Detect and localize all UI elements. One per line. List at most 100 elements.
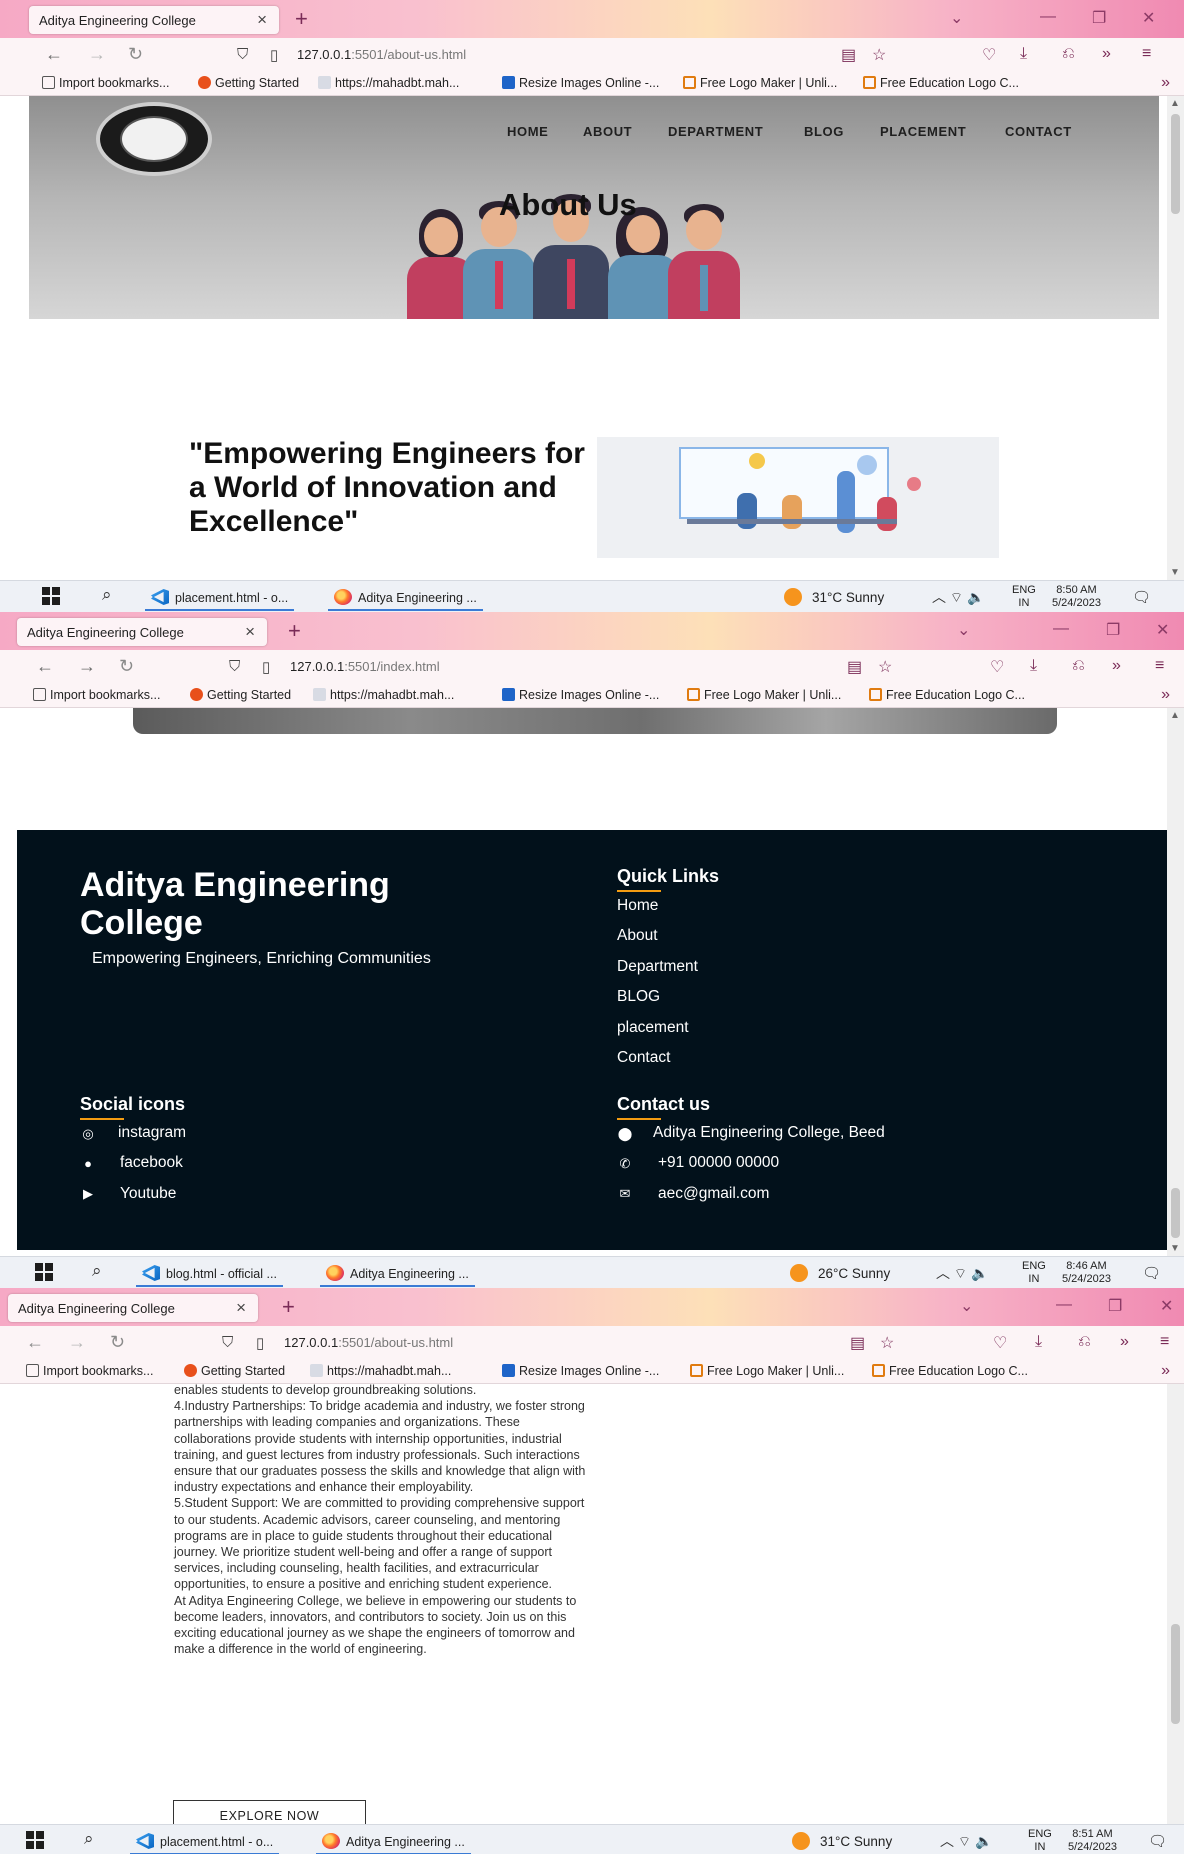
nav-about[interactable]: ABOUT bbox=[583, 124, 632, 139]
download-icon[interactable]: ⤓ bbox=[1020, 45, 1027, 63]
menu-icon[interactable]: ≡ bbox=[1155, 657, 1164, 675]
scroll-up-icon[interactable]: ▲ bbox=[1170, 710, 1180, 721]
windows-start-icon[interactable] bbox=[42, 587, 60, 605]
footer-link-home[interactable]: Home bbox=[617, 897, 658, 915]
search-icon[interactable]: ⌕ bbox=[92, 1261, 102, 1281]
new-tab-icon[interactable]: + bbox=[288, 618, 301, 644]
more-tools-icon[interactable]: » bbox=[1102, 45, 1111, 63]
forward-icon[interactable]: → bbox=[78, 656, 96, 677]
scroll-down-icon[interactable]: ▼ bbox=[1170, 567, 1180, 578]
bookmark-item[interactable]: Getting Started bbox=[184, 1364, 285, 1378]
pocket-icon[interactable]: ♡ bbox=[993, 1333, 1007, 1353]
bookmark-star-icon[interactable]: ☆ bbox=[880, 1333, 894, 1353]
scroll-thumb[interactable] bbox=[1171, 1188, 1180, 1238]
scroll-down-icon[interactable]: ▼ bbox=[1170, 1243, 1180, 1254]
notification-icon[interactable]: 🗨 bbox=[1148, 1832, 1167, 1850]
contact-email[interactable]: aec@gmail.com bbox=[658, 1185, 769, 1203]
extensions-icon[interactable]: ⎌ bbox=[1078, 1333, 1091, 1351]
shield-icon[interactable]: ⛉ bbox=[229, 658, 240, 675]
back-icon[interactable]: ← bbox=[45, 44, 63, 65]
scroll-up-icon[interactable]: ▲ bbox=[1170, 98, 1180, 109]
nav-contact[interactable]: CONTACT bbox=[1005, 124, 1072, 139]
nav-home[interactable]: HOME bbox=[507, 124, 548, 139]
tray-icons[interactable]: ︿ ⌔ 🔈 bbox=[932, 587, 984, 607]
bookmark-item[interactable]: Free Education Logo C... bbox=[872, 1364, 1028, 1378]
clock[interactable]: 8:51 AM 5/24/2023 bbox=[1068, 1828, 1117, 1854]
reload-icon[interactable]: ↻ bbox=[128, 44, 143, 65]
bookmark-item[interactable]: https://mahadbt.mah... bbox=[310, 1364, 451, 1378]
reload-icon[interactable]: ↻ bbox=[119, 656, 134, 677]
footer-link-placement[interactable]: placement bbox=[617, 1019, 689, 1037]
reader-view-icon[interactable]: ▤ bbox=[841, 45, 856, 65]
back-icon[interactable]: ← bbox=[26, 1332, 44, 1353]
scrollbar[interactable] bbox=[1167, 1384, 1184, 1824]
notification-icon[interactable]: 🗨 bbox=[1142, 1264, 1161, 1282]
close-tab-icon[interactable]: × bbox=[257, 10, 267, 30]
taskbar-app-firefox[interactable]: Aditya Engineering ... bbox=[328, 583, 483, 611]
download-icon[interactable]: ⤓ bbox=[1035, 1333, 1042, 1351]
reader-view-icon[interactable]: ▤ bbox=[850, 1333, 865, 1353]
bookmark-star-icon[interactable]: ☆ bbox=[878, 657, 892, 677]
more-tools-icon[interactable]: » bbox=[1120, 1333, 1129, 1351]
close-window-icon[interactable]: ✕ bbox=[1156, 620, 1169, 640]
close-tab-icon[interactable]: × bbox=[236, 1298, 246, 1318]
extensions-icon[interactable]: ⎌ bbox=[1072, 657, 1085, 675]
reload-icon[interactable]: ↻ bbox=[110, 1332, 125, 1353]
taskbar-app-vscode[interactable]: blog.html - official ... bbox=[136, 1259, 283, 1287]
download-icon[interactable]: ⤓ bbox=[1030, 657, 1037, 675]
shield-icon[interactable]: ⛉ bbox=[237, 46, 248, 63]
scroll-thumb[interactable] bbox=[1171, 1624, 1180, 1724]
notification-icon[interactable]: 🗨 bbox=[1132, 588, 1151, 606]
instagram-icon[interactable]: ◎ bbox=[80, 1126, 96, 1142]
search-icon[interactable]: ⌕ bbox=[84, 1829, 94, 1849]
nav-placement[interactable]: PLACEMENT bbox=[880, 124, 966, 139]
bookmark-item[interactable]: Free Education Logo C... bbox=[863, 76, 1019, 90]
footer-link-department[interactable]: Department bbox=[617, 958, 698, 976]
menu-icon[interactable]: ≡ bbox=[1160, 1333, 1169, 1351]
restore-icon[interactable]: ❐ bbox=[1106, 620, 1120, 640]
weather-widget[interactable]: 26°C Sunny bbox=[790, 1264, 890, 1282]
minimize-icon[interactable]: — bbox=[1056, 1296, 1072, 1314]
close-window-icon[interactable]: ✕ bbox=[1160, 1296, 1173, 1316]
more-bookmarks-icon[interactable]: » bbox=[1161, 74, 1170, 92]
search-icon[interactable]: ⌕ bbox=[102, 585, 112, 605]
more-tools-icon[interactable]: » bbox=[1112, 657, 1121, 675]
bookmark-item[interactable]: Import bookmarks... bbox=[42, 76, 169, 90]
list-tabs-icon[interactable]: ⌄ bbox=[960, 1296, 973, 1316]
bookmark-star-icon[interactable]: ☆ bbox=[872, 45, 886, 65]
youtube-icon[interactable]: ▶ bbox=[80, 1186, 96, 1202]
footer-link-about[interactable]: About bbox=[617, 927, 658, 945]
taskbar-app-vscode[interactable]: placement.html - o... bbox=[130, 1827, 280, 1854]
social-link-instagram[interactable]: instagram bbox=[118, 1124, 186, 1142]
more-bookmarks-icon[interactable]: » bbox=[1161, 686, 1170, 704]
nav-department[interactable]: DEPARTMENT bbox=[668, 124, 763, 139]
bookmark-item[interactable]: Getting Started bbox=[190, 688, 291, 702]
nav-blog[interactable]: BLOG bbox=[804, 124, 844, 139]
footer-link-blog[interactable]: BLOG bbox=[617, 988, 660, 1006]
new-tab-icon[interactable]: + bbox=[295, 6, 308, 32]
scroll-thumb[interactable] bbox=[1171, 114, 1180, 214]
scrollbar[interactable]: ▲ ▼ bbox=[1167, 708, 1184, 1256]
scrollbar[interactable]: ▲ ▼ bbox=[1167, 96, 1184, 580]
extensions-icon[interactable]: ⎌ bbox=[1062, 45, 1075, 63]
list-tabs-icon[interactable]: ⌄ bbox=[957, 620, 970, 640]
social-link-youtube[interactable]: Youtube bbox=[120, 1185, 176, 1203]
windows-start-icon[interactable] bbox=[35, 1263, 53, 1281]
close-window-icon[interactable]: ✕ bbox=[1142, 8, 1155, 28]
forward-icon[interactable]: → bbox=[88, 44, 106, 65]
new-tab-icon[interactable]: + bbox=[282, 1294, 295, 1320]
taskbar-app-firefox[interactable]: Aditya Engineering ... bbox=[316, 1827, 471, 1854]
url-bar[interactable]: 127.0.0.1:5501/index.html bbox=[290, 659, 440, 674]
bookmark-item[interactable]: Resize Images Online -... bbox=[502, 688, 659, 702]
bookmark-item[interactable]: Getting Started bbox=[198, 76, 299, 90]
bookmark-item[interactable]: Import bookmarks... bbox=[26, 1364, 153, 1378]
bookmark-item[interactable]: Free Logo Maker | Unli... bbox=[687, 688, 841, 702]
bookmark-item[interactable]: Resize Images Online -... bbox=[502, 76, 659, 90]
weather-widget[interactable]: 31°C Sunny bbox=[792, 1832, 892, 1850]
footer-link-contact[interactable]: Contact bbox=[617, 1049, 670, 1067]
bookmark-item[interactable]: Import bookmarks... bbox=[33, 688, 160, 702]
browser-tab[interactable]: Aditya Engineering College × bbox=[29, 6, 279, 34]
more-bookmarks-icon[interactable]: » bbox=[1161, 1362, 1170, 1380]
url-bar[interactable]: 127.0.0.1:5501/about-us.html bbox=[284, 1335, 453, 1350]
pocket-icon[interactable]: ♡ bbox=[990, 657, 1004, 677]
